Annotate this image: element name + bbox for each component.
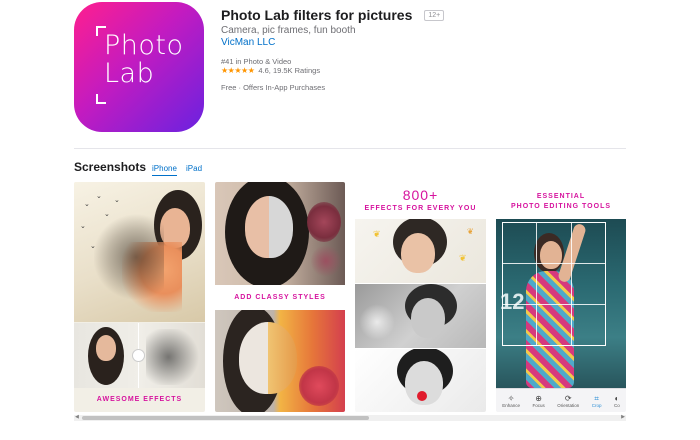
magic-wand-icon: ✧ [507, 393, 515, 403]
tool-enhance[interactable]: ✧ Enhance [502, 394, 520, 408]
app-icon: Photo Lab [74, 2, 204, 132]
scrollbar-thumb[interactable] [82, 416, 369, 420]
tab-ipad[interactable]: iPad [186, 164, 202, 173]
screenshot-caption: PHOTO EDITING TOOLS [510, 203, 612, 210]
screenshot-caption: ESSENTIAL [536, 193, 586, 200]
flower-decoration [307, 202, 341, 242]
crop-frame[interactable] [502, 222, 606, 346]
star-rating-icon: ★★★★★ [221, 66, 255, 75]
lips-highlight [417, 391, 427, 401]
crop-grid-line [502, 304, 606, 305]
screenshot-photo [355, 349, 486, 412]
scroll-right-arrow-icon[interactable]: ▶ [621, 414, 625, 420]
color-icon: ◐ [614, 393, 620, 403]
app-title: Photo Lab filters for pictures [221, 7, 413, 23]
developer-link[interactable]: VicMan LLC [221, 37, 275, 48]
screenshot-caption-number: 800+ [402, 187, 439, 203]
crop-grid-line [536, 222, 537, 346]
rating-text: 4.6, 19.5K Ratings [258, 66, 321, 75]
butterfly-icon: ❦ [373, 229, 381, 239]
rotate-icon: ⟳ [564, 393, 572, 403]
screenshot-caption: EFFECTS FOR EVERY YOU [364, 205, 477, 212]
screenshots-heading: Screenshots [74, 160, 147, 174]
screenshots-scrollbar[interactable]: ◀ ▶ [74, 414, 626, 421]
screenshot-photo: ❦ ❦ ❦ [355, 219, 486, 283]
tool-color[interactable]: ◐ Co [614, 394, 620, 408]
crop-grid-line [571, 222, 572, 346]
tool-orientation[interactable]: ⟳ Orientation [557, 394, 579, 408]
butterfly-icon: ❦ [467, 227, 474, 236]
app-title-row: Photo Lab filters for pictures 12+ [221, 7, 445, 23]
screenshot-2[interactable]: ADD CLASSY STYLES [215, 182, 345, 412]
screenshot-caption: AWESOME EFFECTS [96, 396, 183, 403]
tool-crop[interactable]: ⌗ Crop [592, 394, 602, 408]
scroll-left-arrow-icon[interactable]: ◀ [75, 414, 79, 420]
editor-toolbar: ✧ Enhance ⊕ Focus ⟳ Orientation ⌗ Crop ◐… [496, 388, 626, 412]
screenshot-1[interactable]: ⌄ ⌄ ⌄ ⌄ ⌄ ⌄ AWESOME EFFECTS [74, 182, 205, 412]
screenshot-photo [215, 310, 345, 412]
screenshot-4[interactable]: ESSENTIAL PHOTO EDITING TOOLS 12 ✧ Enhan… [496, 182, 626, 412]
butterfly-icon: ❦ [459, 253, 467, 263]
category-rank[interactable]: #41 in Photo & Video [221, 57, 291, 66]
app-icon-logo-text: Photo Lab [104, 30, 184, 89]
crop-grid-line [502, 263, 606, 264]
screenshot-photo [215, 182, 345, 285]
screenshot-photo [74, 323, 205, 388]
age-rating-badge: 12+ [424, 9, 445, 21]
frame-corner-icon [96, 94, 106, 104]
screenshot-photo: ⌄ ⌄ ⌄ ⌄ ⌄ ⌄ [74, 182, 205, 322]
comparison-slider-handle[interactable] [132, 349, 145, 362]
screenshot-caption: ADD CLASSY STYLES [234, 294, 326, 301]
screenshot-photo [355, 284, 486, 348]
section-divider [74, 148, 626, 149]
flower-decoration [299, 366, 339, 406]
focus-icon: ⊕ [535, 393, 542, 403]
screenshot-3[interactable]: 800+ EFFECTS FOR EVERY YOU ❦ ❦ ❦ [355, 182, 486, 412]
rating-row: ★★★★★ 4.6, 19.5K Ratings [221, 66, 320, 75]
app-subtitle: Camera, pic frames, fun booth [221, 25, 356, 36]
tab-iphone[interactable]: iPhone [152, 164, 177, 176]
price-info: Free · Offers In-App Purchases [221, 83, 326, 92]
crop-icon: ⌗ [594, 393, 599, 403]
tool-focus[interactable]: ⊕ Focus [532, 394, 544, 408]
